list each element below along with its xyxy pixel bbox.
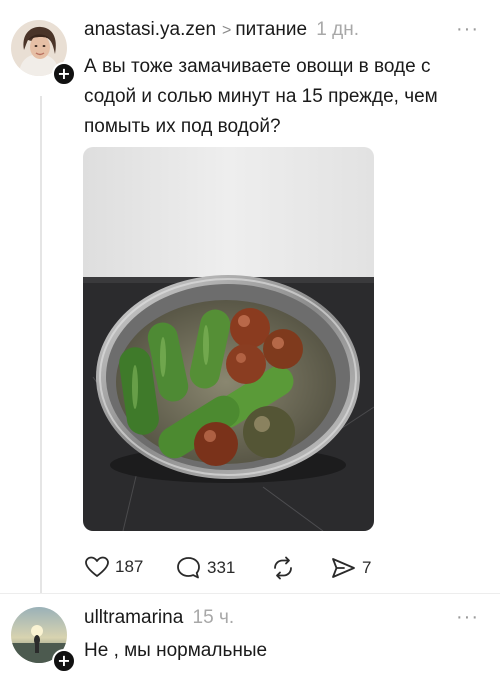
subscribe-plus-badge[interactable]: + <box>52 649 76 673</box>
comment-button[interactable]: 331 <box>176 556 235 580</box>
post-more-options-icon[interactable]: ··· <box>456 18 479 41</box>
post-header: anastasi.ya.zen > питание 1 дн. <box>84 19 359 41</box>
heart-icon <box>85 556 109 577</box>
speech-bubble-icon <box>177 557 200 579</box>
post-text: А вы тоже замачиваете овощи в воде с сод… <box>84 56 438 137</box>
comment-timestamp: 15 ч. <box>192 607 235 628</box>
comment-text: Не , мы нормальные <box>84 640 268 661</box>
post-photo[interactable] <box>83 147 374 531</box>
post-channel-name[interactable]: питание <box>235 19 307 40</box>
comment-more-options-icon[interactable]: ··· <box>456 606 479 629</box>
subscribe-plus-badge[interactable]: + <box>52 62 76 86</box>
chevron-right-icon: > <box>222 22 232 39</box>
thread-line <box>40 96 42 593</box>
share-button[interactable]: 7 <box>330 556 371 580</box>
like-count: 187 <box>115 557 144 576</box>
post-author-name[interactable]: anastasi.ya.zen <box>84 19 216 40</box>
comment-header: ulltramarina 15 ч. <box>84 607 234 629</box>
post-actions: 187 331 7 <box>0 556 500 584</box>
send-arrow-icon <box>332 558 355 578</box>
like-button[interactable]: 187 <box>85 556 143 578</box>
repost-button[interactable] <box>271 556 301 580</box>
post-timestamp: 1 дн. <box>316 19 360 40</box>
divider <box>0 593 500 594</box>
repost-icon <box>274 556 292 580</box>
comment-author-name[interactable]: ulltramarina <box>84 607 183 628</box>
share-count: 7 <box>362 558 372 577</box>
comment-count: 331 <box>207 558 236 577</box>
